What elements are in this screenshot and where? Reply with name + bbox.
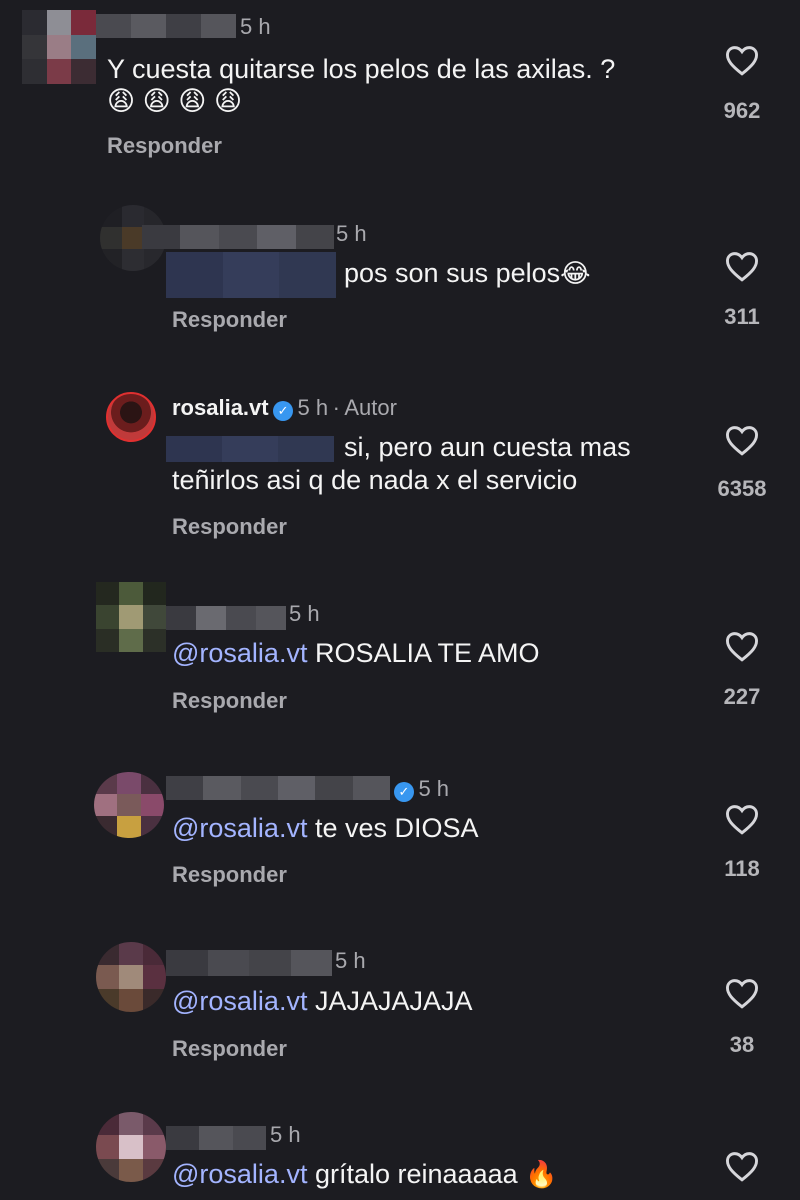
username-blurred[interactable] [166, 776, 390, 800]
avatar[interactable] [94, 772, 164, 838]
heart-icon[interactable] [724, 44, 760, 76]
like-count: 962 [723, 98, 761, 123]
comment-text-line1: si, pero aun cuesta mas [344, 432, 631, 462]
comment-time: 5 h [297, 395, 329, 420]
reply-button[interactable]: Responder [172, 307, 287, 333]
comment-time: 5 h [335, 948, 366, 973]
laughing-emoji-icon: 😂 [560, 258, 591, 288]
heart-icon[interactable] [724, 630, 760, 662]
heart-icon[interactable] [724, 250, 760, 282]
comment-time: 5 h [240, 14, 271, 39]
avatar[interactable] [96, 582, 166, 652]
heart-icon[interactable] [724, 424, 760, 456]
mention-link[interactable]: @rosalia.vt [172, 813, 307, 843]
comment-text: @rosalia.vt te ves DIOSA [172, 813, 479, 843]
mention-link[interactable]: @rosalia.vt [172, 1159, 307, 1189]
username-blurred[interactable] [166, 1126, 266, 1150]
avatar[interactable] [22, 10, 96, 84]
like-count: 118 [724, 856, 760, 881]
username-blurred[interactable] [96, 14, 236, 38]
mention-link[interactable]: @rosalia.vt [172, 986, 307, 1016]
heart-icon[interactable] [724, 977, 760, 1009]
author-header: rosalia.vt ✓ 5 h · Autor [172, 395, 397, 421]
comment-text: @rosalia.vt JAJAJAJAJA [172, 986, 473, 1016]
username-blurred[interactable] [166, 606, 286, 630]
mention-link[interactable]: @rosalia.vt [172, 638, 307, 668]
like-count: 311 [724, 304, 760, 329]
like-count: 38 [729, 1032, 755, 1057]
comment-header-meta: ✓ 5 h [394, 776, 449, 802]
verified-badge-icon: ✓ [273, 400, 294, 421]
separator: · [332, 395, 340, 420]
comment-time: 5 h [289, 601, 320, 626]
avatar[interactable] [96, 1112, 166, 1182]
emoji-line: 😩 😩 😩 😩 [107, 86, 243, 116]
like-count: 227 [723, 684, 761, 709]
reply-button[interactable]: Responder [107, 133, 222, 159]
verified-badge-icon: ✓ [394, 781, 414, 802]
reply-button[interactable]: Responder [172, 862, 287, 888]
comment-time: 5 h [336, 221, 367, 246]
reply-button[interactable]: Responder [172, 1036, 287, 1062]
heart-icon[interactable] [724, 1150, 760, 1182]
author-username[interactable]: rosalia.vt [172, 395, 269, 420]
avatar[interactable] [96, 942, 166, 1012]
author-avatar[interactable] [106, 392, 156, 442]
comment-text: @rosalia.vt grítalo reinaaaaa 🔥 [172, 1159, 558, 1189]
comment-time: 5 h [270, 1122, 301, 1147]
username-blurred[interactable] [142, 225, 334, 249]
comment-text: Y cuesta quitarse los pelos de las axila… [107, 54, 616, 84]
comment-time: 5 h [418, 776, 450, 801]
author-badge: Autor [344, 395, 397, 420]
reply-button[interactable]: Responder [172, 514, 287, 540]
fire-emoji-icon: 🔥 [525, 1159, 558, 1189]
comment-text: @rosalia.vt ROSALIA TE AMO [172, 638, 540, 668]
username-blurred[interactable] [166, 950, 332, 976]
text-blurred [166, 252, 336, 298]
mention-blurred [166, 436, 334, 462]
comment-text-line2: teñirlos asi q de nada x el servicio [172, 465, 578, 495]
like-count: 6358 [717, 476, 767, 501]
reply-button[interactable]: Responder [172, 688, 287, 714]
heart-icon[interactable] [724, 803, 760, 835]
comment-text: pos son sus pelos😂 [344, 258, 591, 288]
